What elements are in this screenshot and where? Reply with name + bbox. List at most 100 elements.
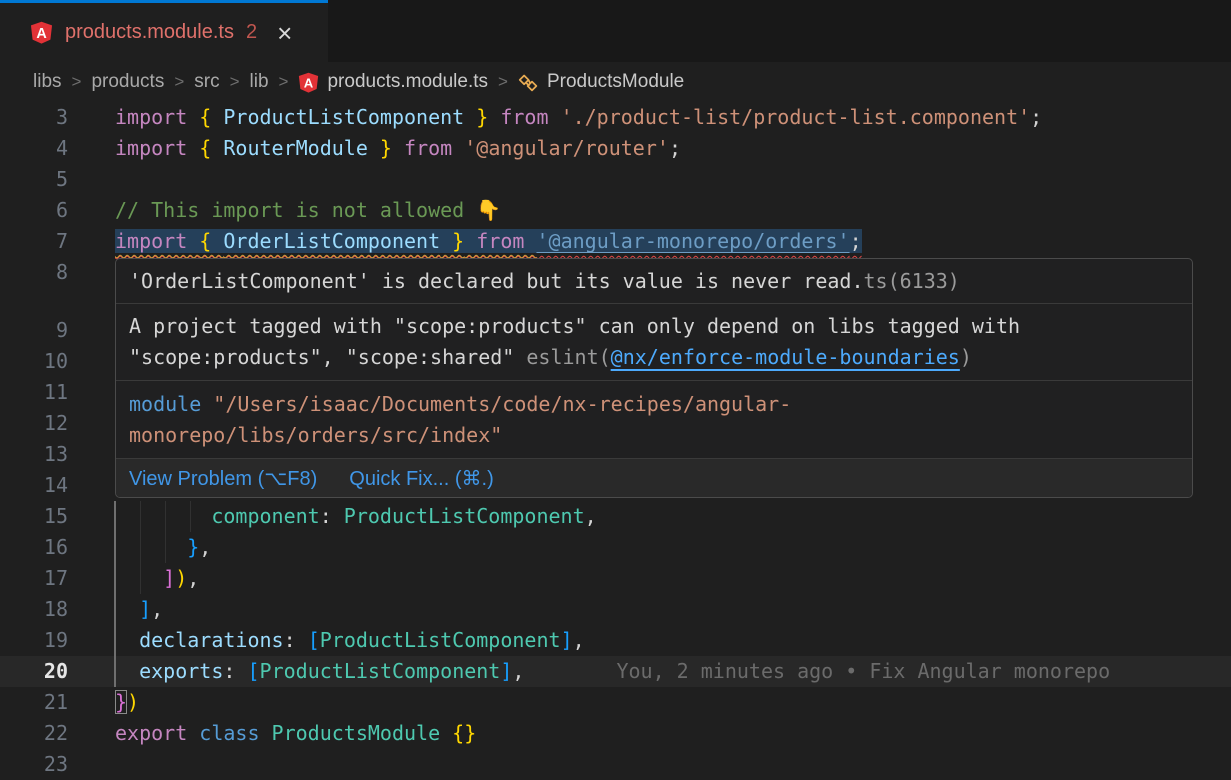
code-line-20[interactable]: 20 exports: [ProductListComponent],You, …	[0, 656, 1231, 687]
code-text: // This import is not allowed 👇	[115, 195, 501, 226]
code-token: from	[488, 105, 560, 129]
code-token: class	[199, 721, 271, 745]
angular-icon: A	[298, 72, 319, 93]
code-token: ,	[199, 535, 211, 559]
code-line-3[interactable]: 3import { ProductListComponent } from '.…	[0, 102, 1231, 133]
breadcrumb-label: products.module.ts	[327, 71, 488, 93]
breadcrumb-item-products[interactable]: products	[91, 71, 164, 93]
svg-text:A: A	[36, 26, 46, 42]
tab-products-module[interactable]: A products.module.ts 2 ×	[0, 0, 328, 62]
code-text: },	[115, 532, 211, 563]
code-token: from	[464, 229, 536, 253]
breadcrumb-label: libs	[33, 71, 62, 93]
breadcrumb-item-lib[interactable]: lib	[250, 71, 269, 93]
code-line-23[interactable]: 23	[0, 749, 1231, 780]
code-text: ]),	[115, 563, 199, 594]
line-number: 11	[0, 377, 68, 408]
code-line-18[interactable]: 18 ],	[0, 594, 1231, 625]
tab-title: products.module.ts	[65, 21, 234, 44]
code-token: ]	[163, 566, 175, 590]
code-line-7[interactable]: 7 import { OrderListComponent } from '@an…	[0, 226, 1231, 257]
code-line-17[interactable]: 17 ]),	[0, 563, 1231, 594]
class-symbol-icon	[518, 72, 539, 93]
close-icon[interactable]: ×	[277, 20, 292, 46]
eslint-rule-link[interactable]: @nx/enforce-module-boundaries	[611, 345, 960, 369]
code-line-6[interactable]: 6// This import is not allowed 👇	[0, 195, 1231, 226]
code-text: component: ProductListComponent,	[115, 501, 597, 532]
hover-popup: 'OrderListComponent' is declared but its…	[115, 258, 1193, 498]
code-token: ProductListComponent	[344, 504, 585, 528]
breadcrumb-label: src	[194, 71, 219, 93]
indent-guide	[140, 501, 141, 594]
view-problem-link[interactable]: View Problem (⌥F8)	[129, 466, 317, 491]
chevron-right-icon: >	[498, 72, 508, 92]
code-token: {	[199, 136, 223, 160]
line-number: 7	[0, 226, 68, 257]
hover-message-eslint: A project tagged with "scope:products" c…	[116, 304, 1192, 381]
line-number: 21	[0, 687, 68, 718]
code-token: '@angular/router'	[464, 136, 669, 160]
breadcrumb-item-src[interactable]: src	[194, 71, 219, 93]
code-line-19[interactable]: 19 declarations: [ProductListComponent],	[0, 625, 1231, 656]
code-token: ProductListComponent	[320, 628, 561, 652]
code-token	[115, 504, 211, 528]
line-number: 19	[0, 625, 68, 656]
code-text: import { OrderListComponent } from '@ang…	[115, 226, 862, 257]
code-token: export	[115, 721, 199, 745]
line-number: 20	[0, 656, 68, 687]
chevron-right-icon: >	[174, 72, 184, 92]
line-number: 13	[0, 439, 68, 470]
code-token: ]	[139, 597, 151, 621]
code-token: {	[199, 105, 223, 129]
code-token: ,	[585, 504, 597, 528]
hover-text: eslint(	[526, 345, 610, 369]
code-token: ProductListComponent	[223, 105, 464, 129]
hover-module-info: module "/Users/isaac/Documents/code/nx-r…	[116, 381, 1192, 459]
code-editor[interactable]: 3import { ProductListComponent } from '.…	[0, 102, 1231, 780]
code-token: ,	[187, 566, 199, 590]
line-number: 14	[0, 470, 68, 501]
code-line-4[interactable]: 4import { RouterModule } from '@angular/…	[0, 133, 1231, 164]
code-line-16[interactable]: 16 },	[0, 532, 1231, 563]
line-number: 8	[0, 257, 68, 288]
line-number: 18	[0, 594, 68, 625]
angular-icon: A	[30, 21, 53, 44]
hover-text: module	[129, 392, 213, 416]
code-line-22[interactable]: 22export class ProductsModule {}	[0, 718, 1231, 749]
breadcrumb-item-productsmodule[interactable]: ProductsModule	[518, 71, 684, 93]
code-line-21[interactable]: 21})	[0, 687, 1231, 718]
code-token: import	[115, 229, 199, 253]
line-number: 12	[0, 408, 68, 439]
code-token: ]	[500, 659, 512, 683]
breadcrumb-label: ProductsModule	[547, 71, 684, 93]
vscode-editor-window: { "colors": { "accent_blue": "#0078d4", …	[0, 0, 1231, 780]
line-number: 23	[0, 749, 68, 780]
code-token: }	[440, 229, 464, 253]
code-text: declarations: [ProductListComponent],	[115, 625, 585, 656]
code-line-5[interactable]: 5	[0, 164, 1231, 195]
code-token: ;	[1030, 105, 1042, 129]
code-token: }	[187, 535, 199, 559]
code-token: import	[115, 105, 199, 129]
code-token: './product-list/product-list.component'	[561, 105, 1031, 129]
code-token: ;	[850, 229, 862, 253]
problems-count-badge: 2	[246, 21, 257, 44]
code-token: }	[368, 136, 392, 160]
breadcrumb-item-products-module-ts[interactable]: Aproducts.module.ts	[298, 71, 488, 93]
code-line-15[interactable]: 15 component: ProductListComponent,	[0, 501, 1231, 532]
line-number: 17	[0, 563, 68, 594]
quick-fix-link[interactable]: Quick Fix... (⌘.)	[349, 466, 493, 491]
code-token: ,	[573, 628, 585, 652]
code-token: {	[199, 229, 223, 253]
hover-message-ts: 'OrderListComponent' is declared but its…	[116, 259, 1192, 304]
hover-text: "/Users/isaac/Documents/code/nx-recipes/…	[129, 392, 791, 447]
code-token: '@angular-monorepo/orders'	[536, 229, 849, 253]
chevron-right-icon: >	[279, 72, 289, 92]
code-token: from	[392, 136, 464, 160]
code-text: import { RouterModule } from '@angular/r…	[115, 133, 681, 164]
code-text: ],	[115, 594, 163, 625]
line-number: 22	[0, 718, 68, 749]
breadcrumb-item-libs[interactable]: libs	[33, 71, 62, 93]
code-token: declarations	[139, 628, 284, 652]
code-token: [	[247, 659, 259, 683]
